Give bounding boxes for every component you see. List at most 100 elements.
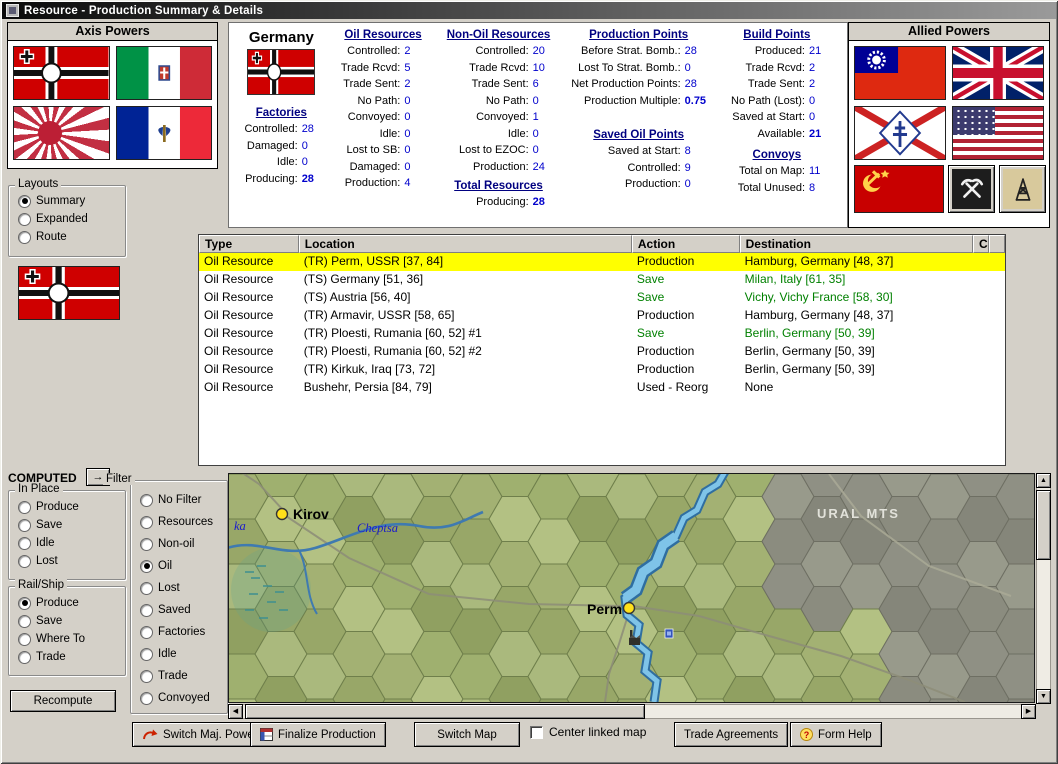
table-row[interactable]: Oil Resource (TS) Austria [56, 40] Save … [199,289,1005,307]
radio-icon[interactable] [18,194,31,208]
stat-value: 0 [809,94,816,107]
filter-saved[interactable]: Saved [131,599,227,621]
radio-icon[interactable] [18,632,31,646]
map-horizontal-scrollbar[interactable]: ◀ ▶ [228,704,1036,719]
scroll-right-button[interactable]: ▶ [1021,704,1036,719]
country-name: Germany [248,29,314,46]
radio-icon[interactable] [18,518,31,532]
filter-factories[interactable]: Factories [131,621,227,643]
uk-flag[interactable] [952,46,1044,100]
germany-flag[interactable] [13,46,110,100]
radio-icon[interactable] [18,596,31,610]
switch-map-button[interactable]: Switch Map [414,722,520,747]
in-place-produce[interactable]: Produce [9,498,125,516]
crossed-tools-icon [960,178,983,198]
layout-option-summary[interactable]: Summary [9,192,125,210]
finalize-production-button[interactable]: Finalize Production [250,722,386,747]
table-row[interactable]: Oil Resource (TR) Armavir, USSR [58, 65]… [199,307,1005,325]
center-linked-map-option[interactable]: Center linked map [530,725,646,739]
hex-map[interactable]: ka Cheptsa Kirov Perm URAL MTS [228,473,1035,703]
trade-agreements-button[interactable]: Trade Agreements [674,722,789,747]
filter-non-oil[interactable]: Non-oil [131,533,227,555]
radio-icon[interactable] [140,559,153,573]
map-vertical-scrollbar[interactable]: ▲ ▼ [1036,473,1051,704]
layout-option-route[interactable]: Route [9,228,125,246]
filter-convoyed[interactable]: Convoyed [131,687,227,709]
rail-ship-produce[interactable]: Produce [9,594,125,612]
summary-col-country: Germany Factories Controlled: 28 Damaged:… [235,27,336,227]
radio-icon[interactable] [140,625,153,639]
horizontal-scroll-thumb[interactable] [245,704,645,719]
perm-city-dot[interactable] [622,601,636,615]
radio-icon[interactable] [140,647,153,661]
free-france-flag[interactable] [854,106,946,160]
unit-marker[interactable] [664,628,674,639]
saved-oil-points-title: Saved Oil Points [593,129,685,141]
radio-icon[interactable] [140,691,153,705]
layout-option-expanded[interactable]: Expanded [9,210,125,228]
rail-ship-save[interactable]: Save [9,612,125,630]
stat-value: 1 [532,111,539,123]
radio-icon[interactable] [18,536,31,550]
filter-idle[interactable]: Idle [131,643,227,665]
kirov-city-dot[interactable] [275,507,289,521]
recompute-button[interactable]: Recompute [10,690,116,712]
table-row[interactable]: Oil Resource (TR) Ploesti, Rumania [60, … [199,343,1005,361]
center-linked-map-checkbox[interactable] [530,725,543,739]
rail-ship-trade[interactable]: Trade [9,648,125,666]
in-place-idle[interactable]: Idle [9,534,125,552]
vichy-france-flag[interactable] [115,106,212,160]
radio-label: Trade [36,651,66,663]
col-header-type[interactable]: Type [199,235,299,253]
rail-ship-where-to[interactable]: Where To [9,630,125,648]
radio-icon[interactable] [18,212,31,226]
resources-button[interactable] [948,165,995,213]
summary-col-production-points: Production Points Before Strat. Bomb.: 28… [567,27,719,227]
scroll-up-button[interactable]: ▲ [1036,473,1051,488]
china-flag[interactable] [854,46,946,100]
in-place-lost[interactable]: Lost [9,552,125,570]
radio-icon[interactable] [18,650,31,664]
table-row[interactable]: Oil Resource (TR) Perm, USSR [37, 84] Pr… [199,253,1005,271]
stat-label: Trade Sent: [343,78,401,90]
switch-major-power-button[interactable]: Switch Maj. Power [132,722,268,747]
filter-lost[interactable]: Lost [131,577,227,599]
table-row[interactable]: Oil Resource Bushehr, Persia [84, 79] Us… [199,379,1005,397]
radio-icon[interactable] [140,537,153,551]
col-header-location[interactable]: Location [298,235,632,253]
radio-icon[interactable] [140,669,153,683]
radio-icon[interactable] [140,581,153,595]
oil-button[interactable] [999,165,1046,213]
radio-icon[interactable] [18,230,31,244]
radio-icon[interactable] [140,493,153,507]
river-label-partial: ka [234,519,246,533]
stat-label: Total Unused: [737,181,805,194]
radio-icon[interactable] [140,603,153,617]
radio-icon[interactable] [140,515,153,529]
col-header-action[interactable]: Action [631,235,740,253]
filter-oil[interactable]: Oil [131,555,227,577]
scroll-left-button[interactable]: ◀ [228,704,243,719]
table-row[interactable]: Oil Resource (TS) Germany [51, 36] Save … [199,271,1005,289]
ussr-flag[interactable] [854,165,944,213]
col-header-c[interactable]: C [973,235,989,253]
filter-trade[interactable]: Trade [131,665,227,687]
vertical-scroll-thumb[interactable] [1036,490,1051,560]
italy-flag[interactable] [115,46,212,100]
scroll-down-button[interactable]: ▼ [1036,689,1051,704]
usa-flag[interactable] [952,106,1044,160]
table-row[interactable]: Oil Resource (TR) Kirkuk, Iraq [73, 72] … [199,361,1005,379]
filter-resources[interactable]: Resources [131,511,227,533]
titlebar[interactable]: Resource - Production Summary & Details [2,2,1056,19]
stat-value: 8 [809,181,816,194]
radio-icon[interactable] [18,500,31,514]
filter-no-filter[interactable]: No Filter [131,489,227,511]
col-header-destination[interactable]: Destination [739,235,974,253]
japan-flag[interactable] [13,106,110,160]
in-place-save[interactable]: Save [9,516,125,534]
table-row[interactable]: Oil Resource (TR) Ploesti, Rumania [60, … [199,325,1005,343]
stat-value: 28 [301,172,314,185]
radio-icon[interactable] [18,614,31,628]
radio-icon[interactable] [18,554,31,568]
form-help-button[interactable]: ? Form Help [790,722,882,747]
